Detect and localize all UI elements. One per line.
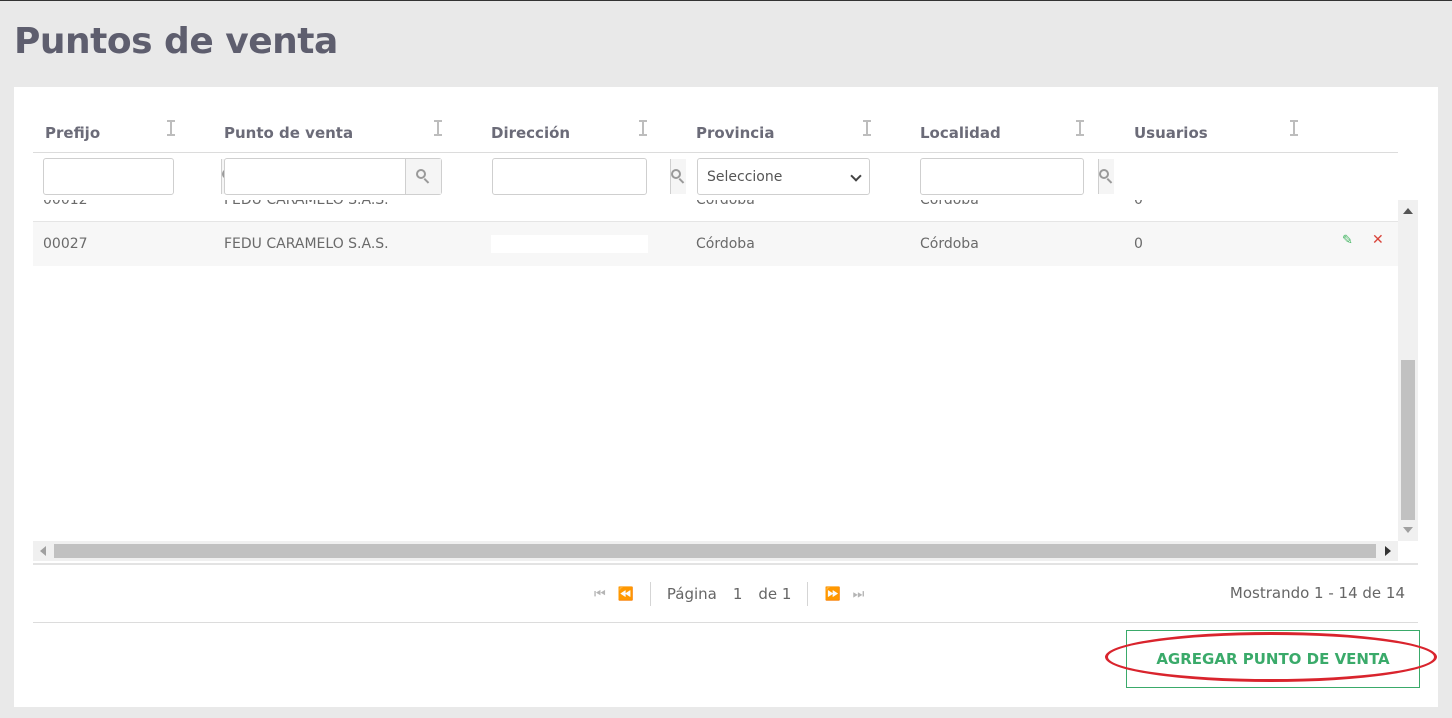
page-title: Puntos de venta <box>14 21 338 62</box>
pagination: ⏮ ⏪ Página 1 de 1 ⏩ ⏭ <box>588 581 870 607</box>
col-header-prefijo[interactable]: Prefijo <box>45 124 100 142</box>
search-icon <box>416 169 431 184</box>
add-point-of-sale-button[interactable]: AGREGAR PUNTO DE VENTA <box>1126 630 1420 688</box>
cell-punto: FEDU CARAMELO S.A.S. <box>224 236 389 252</box>
cell-localidad: Córdoba <box>920 200 979 208</box>
delete-icon[interactable]: ✕ <box>1372 232 1386 248</box>
table-row[interactable]: 00012 FEDU CARAMELO S.A.S. Córdoba Córdo… <box>33 200 1398 222</box>
previous-page-icon[interactable]: ⏪ <box>618 587 634 602</box>
scroll-left-arrow-icon[interactable] <box>40 546 46 556</box>
chevron-down-icon <box>850 170 862 182</box>
pager-divider <box>33 563 1418 565</box>
filter-direccion-search-button[interactable] <box>670 159 686 194</box>
horizontal-scroll-thumb[interactable] <box>54 544 1376 558</box>
filter-localidad <box>920 158 1114 195</box>
cell-prefijo: 00027 <box>43 236 88 252</box>
cell-localidad: Córdoba <box>920 236 979 252</box>
col-header-localidad[interactable]: Localidad <box>920 124 1001 142</box>
filter-provincia-select[interactable]: Seleccione <box>697 158 870 195</box>
filter-localidad-input[interactable] <box>921 159 1098 194</box>
next-page-icon[interactable]: ⏩ <box>824 587 840 602</box>
scroll-up-arrow-icon[interactable] <box>1403 208 1413 214</box>
scroll-right-arrow-icon[interactable] <box>1385 546 1391 556</box>
sort-icon[interactable] <box>167 119 175 137</box>
first-page-icon[interactable]: ⏮ <box>594 587 606 602</box>
cell-prefijo: 00012 <box>43 200 88 208</box>
filter-punto <box>224 158 442 195</box>
page-total: de 1 <box>758 585 792 603</box>
sort-icon[interactable] <box>1290 119 1298 137</box>
table-row[interactable]: 00027 FEDU CARAMELO S.A.S. Córdoba Córdo… <box>33 222 1398 266</box>
sort-icon[interactable] <box>434 119 442 137</box>
filter-direccion <box>492 158 686 195</box>
page-label: Página <box>666 585 717 603</box>
cell-provincia: Córdoba <box>696 200 755 208</box>
filter-punto-search-button[interactable] <box>405 159 441 194</box>
pager-separator <box>807 582 809 606</box>
cell-usuarios: 0 <box>1134 236 1143 252</box>
search-icon <box>671 169 686 184</box>
pager-separator <box>649 582 651 606</box>
cell-direccion-redacted <box>491 235 648 253</box>
filter-prefijo <box>43 158 237 195</box>
sort-icon[interactable] <box>1076 119 1084 137</box>
col-header-punto-de-venta[interactable]: Punto de venta <box>224 124 353 142</box>
cell-provincia: Córdoba <box>696 236 755 252</box>
col-header-usuarios[interactable]: Usuarios <box>1134 124 1208 142</box>
col-header-provincia[interactable]: Provincia <box>696 124 774 142</box>
cell-punto: FEDU CARAMELO S.A.S. <box>224 200 389 208</box>
sort-icon[interactable] <box>863 119 871 137</box>
last-page-icon[interactable]: ⏭ <box>853 587 865 602</box>
search-icon <box>1099 169 1114 184</box>
scroll-down-arrow-icon[interactable] <box>1403 527 1413 533</box>
grid-body[interactable]: 00012 FEDU CARAMELO S.A.S. Córdoba Córdo… <box>33 200 1398 541</box>
header-divider <box>33 152 1398 153</box>
points-of-sale-panel: Prefijo Punto de venta Dirección Provinc… <box>14 87 1438 707</box>
col-header-direccion[interactable]: Dirección <box>491 124 570 142</box>
sort-icon[interactable] <box>639 119 647 137</box>
horizontal-scrollbar[interactable] <box>33 541 1398 561</box>
filter-direccion-input[interactable] <box>493 159 670 194</box>
record-count: Mostrando 1 - 14 de 14 <box>1229 584 1405 602</box>
cell-usuarios: 0 <box>1134 200 1143 208</box>
filter-localidad-search-button[interactable] <box>1098 159 1114 194</box>
filter-prefijo-input[interactable] <box>44 159 221 194</box>
provincia-select-value: Seleccione <box>707 168 783 185</box>
filter-punto-input[interactable] <box>225 159 405 194</box>
vertical-scroll-thumb[interactable] <box>1401 360 1415 520</box>
footer-divider <box>33 622 1418 623</box>
vertical-scrollbar[interactable] <box>1398 200 1418 541</box>
page-number[interactable]: 1 <box>733 585 743 603</box>
edit-icon[interactable]: ✎ <box>1342 233 1356 248</box>
